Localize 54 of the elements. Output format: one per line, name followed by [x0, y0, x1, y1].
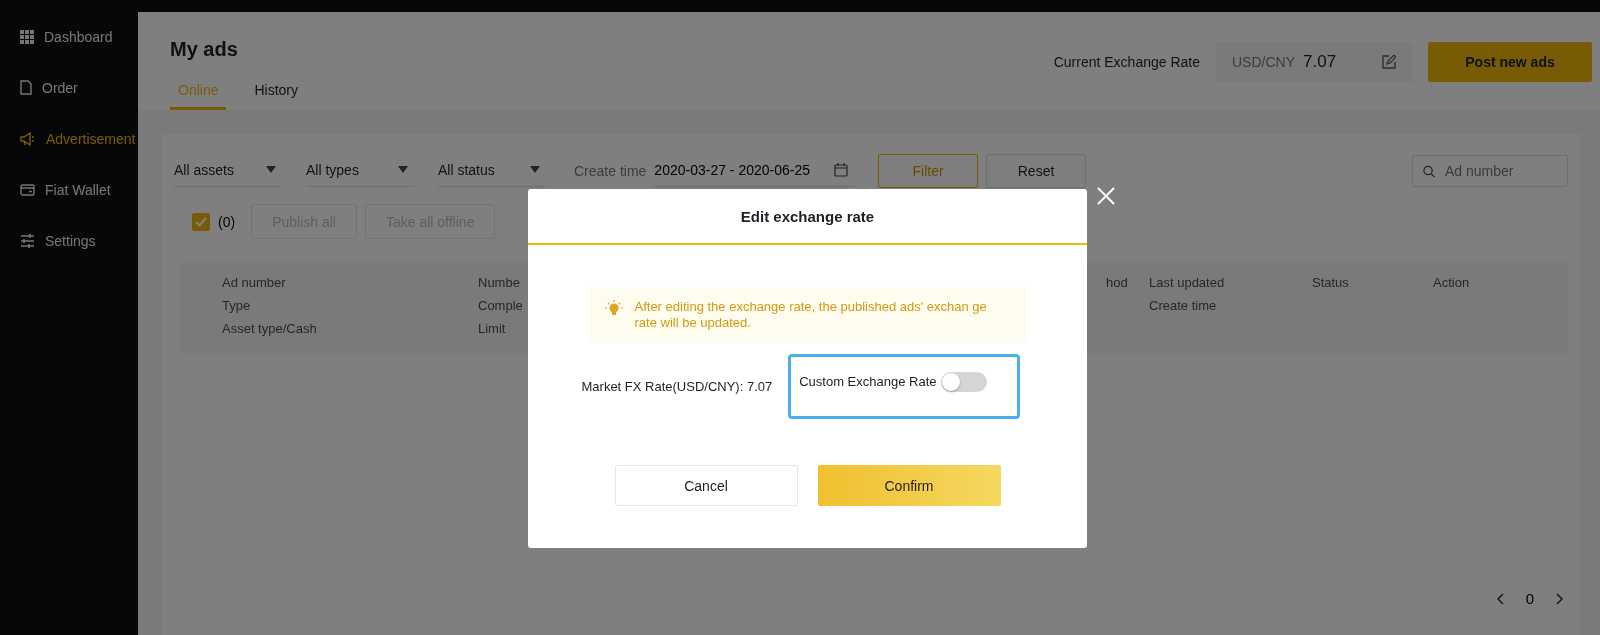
confirm-button[interactable]: Confirm [817, 465, 1001, 506]
megaphone-icon [20, 131, 36, 146]
lightbulb-icon [604, 300, 623, 318]
column-heading: Numbe [478, 275, 520, 290]
toggle-switch[interactable] [940, 371, 987, 392]
column-heading: Ad number [222, 275, 286, 290]
sidebar-item[interactable]: Advertisement [0, 113, 138, 164]
sidebar-item[interactable]: Fiat Wallet [0, 164, 138, 215]
sidebar-item[interactable]: Order [0, 62, 138, 113]
sliders-icon [20, 233, 35, 248]
caret-icon [530, 166, 540, 173]
search-field[interactable]: Ad number [1412, 155, 1568, 187]
page-title: My ads [170, 38, 239, 61]
column-heading: Create time [1149, 298, 1217, 313]
column-heading: Comple [478, 298, 523, 313]
column-heading: hod [1106, 275, 1128, 290]
currency-pair: USD/CNY [1232, 54, 1295, 70]
selected-count: (0) [218, 213, 236, 230]
reset-button[interactable]: Reset [986, 154, 1087, 188]
market-rate: Market FX Rate(USD/CNY): 7.07 [581, 379, 773, 394]
wallet-icon [20, 183, 35, 196]
close-icon[interactable] [1097, 187, 1115, 205]
document-icon [20, 80, 32, 95]
caret-icon [398, 166, 408, 173]
dropdown[interactable]: All status [438, 155, 546, 187]
checkbox[interactable] [192, 212, 210, 231]
rate-label: Current Exchange Rate [1053, 54, 1200, 70]
dropdown[interactable]: All types [306, 155, 414, 187]
sidebar-item[interactable]: Dashboard [0, 11, 138, 62]
column-heading: Last updated [1149, 275, 1225, 290]
column-heading: Status [1312, 275, 1349, 290]
sidebar-item[interactable]: Settings [0, 215, 138, 266]
edit-icon[interactable] [1382, 55, 1396, 69]
column-heading: Action [1433, 275, 1470, 290]
caret-icon [266, 166, 276, 173]
search-icon [1423, 164, 1435, 178]
post-ads-button[interactable]: Post new ads [1428, 42, 1592, 82]
column-heading: Asset type/Cash [222, 321, 317, 336]
custom-rate-label: Custom Exchange Rate [799, 374, 937, 389]
column-heading: Limit [478, 321, 506, 336]
page-number[interactable]: 0 [1525, 590, 1534, 607]
tab[interactable]: History [246, 74, 307, 110]
grid-icon [20, 29, 34, 44]
column-heading: Type [222, 298, 251, 313]
create-time-label: Create time [574, 163, 647, 179]
next-page-icon[interactable] [1556, 592, 1564, 605]
date-range-field[interactable]: 2020-03-27 - 2020-06-25 [654, 155, 855, 187]
previous-page-icon[interactable] [1495, 592, 1504, 605]
cancel-button[interactable]: Cancel [614, 465, 798, 506]
rate-value: 7.07 [1303, 52, 1338, 72]
notice-text: After editing the exchange rate, the published ads' exchan ge rate will be updated. [634, 299, 988, 331]
dialog-title: Edit exchange rate [528, 189, 1087, 245]
dropdown[interactable]: All assets [174, 155, 282, 187]
calendar-icon [834, 162, 849, 177]
